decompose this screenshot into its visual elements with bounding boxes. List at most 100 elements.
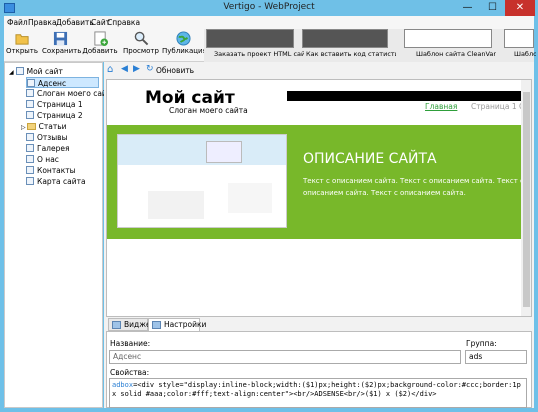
template-caption[interactable]: Как вставить код статистики? <box>306 50 396 58</box>
open-label: Открыть <box>6 47 38 55</box>
site-screenshot-image <box>117 134 287 228</box>
maximize-button[interactable]: ☐ <box>480 0 505 16</box>
templates-gallery: Заказать проект HTML сайта Как вставить … <box>204 29 536 62</box>
tree-root-label: Мой сайт <box>26 67 63 76</box>
collapse-icon[interactable]: ◢ <box>9 69 14 76</box>
close-button[interactable]: ✕ <box>505 0 535 16</box>
screenshot-header <box>118 135 286 165</box>
settings-icon <box>152 321 161 329</box>
tree-item-adsense[interactable]: Адсенс <box>26 77 99 88</box>
tab-widget[interactable]: Виджет <box>108 318 155 331</box>
refresh-button[interactable]: Обновить <box>156 66 194 75</box>
tree-item-page2[interactable]: Страница 2 <box>26 110 83 121</box>
forward-icon[interactable]: ▶ <box>133 64 140 74</box>
preview-label: Просмотр <box>123 47 159 55</box>
add-page-icon <box>93 31 108 46</box>
open-button[interactable]: Открыть <box>6 30 38 61</box>
menu-file[interactable]: Файл <box>7 18 28 27</box>
template-caption[interactable]: Шаблон <box>514 50 536 58</box>
tree-item-label: Статьи <box>38 122 67 131</box>
tree-item-label: Адсенс <box>38 79 67 88</box>
hero-text: Текст с описанием сайта. Текст с описани… <box>303 177 524 197</box>
site-icon <box>15 67 24 75</box>
screenshot-sidebar <box>228 183 272 213</box>
back-icon[interactable]: ◀ <box>121 64 128 74</box>
minimize-button[interactable]: — <box>455 0 480 16</box>
page-icon <box>26 89 34 97</box>
tree-item-slogan[interactable]: Слоган моего сайта <box>26 88 116 99</box>
group-label: Группа: <box>466 339 497 348</box>
menu-edit[interactable]: Правка <box>28 18 57 27</box>
tree-item-sitemap[interactable]: Карта сайта <box>26 176 86 187</box>
tab-settings[interactable]: Настройки <box>148 318 206 331</box>
template-thumb[interactable] <box>404 29 492 48</box>
tab-label: Настройки <box>164 320 207 329</box>
template-caption[interactable]: Заказать проект HTML сайта <box>214 50 304 58</box>
widget-icon <box>112 321 121 329</box>
expand-icon[interactable]: ▷ <box>21 124 26 131</box>
folder-open-icon <box>14 34 29 45</box>
template-thumb[interactable] <box>504 29 534 48</box>
tree-item-label: Галерея <box>37 144 70 153</box>
code-text: =<div style="display:inline-block;width:… <box>112 381 521 398</box>
page-icon <box>26 133 34 141</box>
site-tree: ◢ Мой сайт Адсенс Слоган моего сайта Стра… <box>4 62 116 408</box>
tree-item-gallery[interactable]: Галерея <box>26 143 69 154</box>
screenshot-block <box>148 191 204 219</box>
page-icon <box>26 177 34 185</box>
bottom-tabs: Виджет Настройки <box>106 318 532 331</box>
title-bar[interactable]: Vertigo - WebProject — ☐ ✕ <box>0 0 538 16</box>
template-caption[interactable]: Шаблон сайта CleanVarix <box>416 50 496 58</box>
tree-item-label: Контакты <box>37 166 76 175</box>
black-bar <box>287 91 531 101</box>
tree-item-label: Отзывы <box>37 133 68 142</box>
publish-label: Публикация <box>162 47 207 55</box>
tree-item-page1[interactable]: Страница 1 <box>26 99 83 110</box>
refresh-icon[interactable]: ↻ <box>146 64 154 74</box>
magnifier-icon <box>134 31 148 46</box>
tree-item-articles[interactable]: ▷ Статьи <box>21 121 67 132</box>
home-icon[interactable]: ⌂ <box>107 64 113 75</box>
preview-nav: ⌂ ◀ ▶ ↻ Обновить <box>104 62 534 78</box>
preview-button[interactable]: Просмотр <box>122 30 160 61</box>
site-slogan: Слоган моего сайта <box>169 106 248 115</box>
menu-bar: Файл Правка Добавить Сайт Справка <box>4 16 534 29</box>
globe-icon <box>175 31 191 46</box>
tree-item-label: О нас <box>37 155 59 164</box>
screenshot-device <box>206 141 242 163</box>
editor-pane: ⌂ ◀ ▶ ↻ Обновить Мой сайт Слоган моего с… <box>104 62 534 408</box>
properties-label: Свойства: <box>110 368 150 377</box>
save-button[interactable]: Сохранить <box>42 30 82 61</box>
nav-link-home[interactable]: Главная <box>425 102 457 111</box>
name-field[interactable]: Адсенс <box>109 350 461 364</box>
publish-button[interactable]: Публикация <box>162 30 207 61</box>
page-icon <box>26 144 34 152</box>
nav-link-page1[interactable]: Страница 1 <box>471 102 517 111</box>
tree-item-label: Страница 1 <box>37 100 83 109</box>
hero-banner: ОПИСАНИЕ САЙТА Текст с описанием сайта. … <box>107 125 531 239</box>
group-field[interactable]: ads <box>465 350 527 364</box>
scroll-thumb[interactable] <box>523 92 530 307</box>
page-icon <box>27 79 35 87</box>
tree-item-reviews[interactable]: Отзывы <box>26 132 68 143</box>
tree-item-contacts[interactable]: Контакты <box>26 165 76 176</box>
add-button[interactable]: Добавить <box>82 30 118 61</box>
tree-item-label: Страница 2 <box>37 111 83 120</box>
template-thumb[interactable] <box>302 29 388 48</box>
hero-heading: ОПИСАНИЕ САЙТА <box>303 151 437 167</box>
save-icon <box>53 31 67 46</box>
menu-add[interactable]: Добавить <box>56 18 94 27</box>
template-thumb[interactable] <box>206 29 294 48</box>
tree-item-about[interactable]: О нас <box>26 154 59 165</box>
add-label: Добавить <box>82 47 118 55</box>
tree-item-label: Карта сайта <box>37 177 86 186</box>
web-preview[interactable]: Мой сайт Слоган моего сайта Главная Стра… <box>106 79 532 317</box>
app-window: Vertigo - WebProject — ☐ ✕ Файл Правка Д… <box>0 0 538 412</box>
save-label: Сохранить <box>42 47 82 55</box>
properties-code-editor[interactable]: adbox=<div style="display:inline-block;w… <box>109 378 527 408</box>
page-icon <box>26 166 34 174</box>
page-icon <box>26 155 34 163</box>
vertical-scrollbar[interactable] <box>521 80 531 316</box>
menu-help[interactable]: Справка <box>107 18 140 27</box>
tree-root[interactable]: ◢ Мой сайт <box>9 66 63 77</box>
